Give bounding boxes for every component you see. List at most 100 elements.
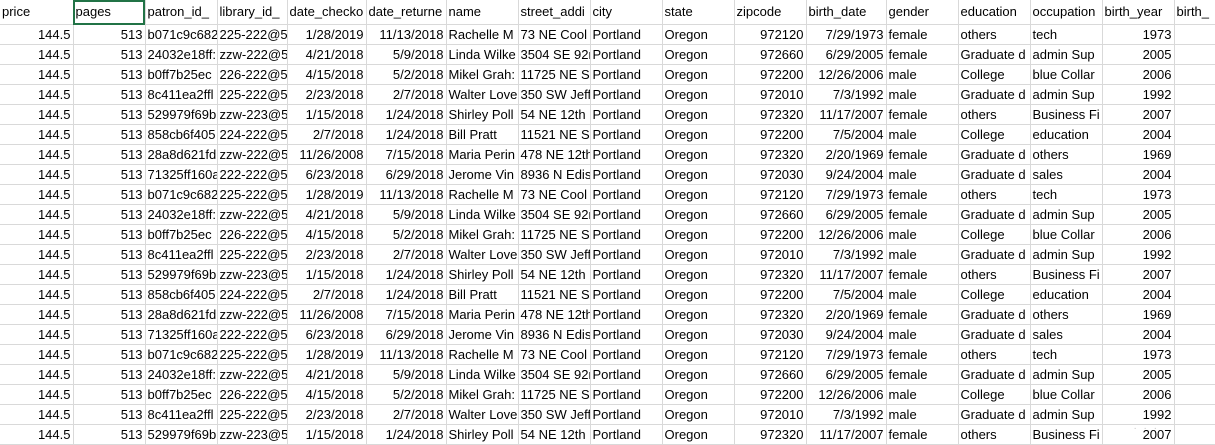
cell-city[interactable]: Portland (590, 384, 663, 405)
cell-library-id[interactable]: 222-222@5: (217, 164, 288, 185)
cell-birth-date[interactable]: 7/29/1973 (806, 184, 887, 205)
header-cell-occupation[interactable]: occupation (1030, 0, 1103, 25)
cell-birth-extra[interactable] (1174, 44, 1215, 65)
cell-gender[interactable]: female (886, 44, 959, 65)
cell-street-address[interactable]: 478 NE 12th (518, 304, 591, 325)
header-cell-patron-id[interactable]: patron_id_ (145, 0, 218, 25)
cell-birth-date[interactable]: 7/29/1973 (806, 344, 887, 365)
cell-zipcode[interactable]: 972320 (734, 304, 807, 325)
cell-occupation[interactable]: admin Sup (1030, 84, 1103, 105)
cell-birth-year[interactable]: 1973 (1102, 24, 1175, 45)
cell-occupation[interactable]: tech (1030, 24, 1103, 45)
cell-birth-date[interactable]: 11/17/2007 (806, 424, 887, 445)
cell-date-checkout[interactable]: 6/23/2018 (287, 324, 367, 345)
cell-date-checkout[interactable]: 2/7/2018 (287, 284, 367, 305)
cell-patron-id[interactable]: 529979f69b (145, 264, 218, 285)
cell-education[interactable]: Graduate d (958, 44, 1031, 65)
cell-date-returned[interactable]: 1/24/2018 (366, 284, 447, 305)
cell-date-checkout[interactable]: 4/15/2018 (287, 384, 367, 405)
cell-birth-year[interactable]: 2007 (1102, 264, 1175, 285)
cell-price[interactable]: 144.5 (0, 124, 74, 145)
header-cell-zipcode[interactable]: zipcode (734, 0, 807, 25)
cell-birth-extra[interactable] (1174, 344, 1215, 365)
cell-gender[interactable]: male (886, 384, 959, 405)
cell-birth-extra[interactable] (1174, 284, 1215, 305)
cell-library-id[interactable]: 224-222@5: (217, 284, 288, 305)
cell-date-checkout[interactable]: 1/15/2018 (287, 424, 367, 445)
cell-state[interactable]: Oregon (662, 44, 735, 65)
cell-pages[interactable]: 513 (73, 224, 146, 245)
cell-birth-year[interactable]: 2006 (1102, 64, 1175, 85)
cell-birth-date[interactable]: 9/24/2004 (806, 164, 887, 185)
cell-gender[interactable]: female (886, 144, 959, 165)
cell-patron-id[interactable]: 529979f69b (145, 104, 218, 125)
cell-price[interactable]: 144.5 (0, 44, 74, 65)
cell-education[interactable]: others (958, 264, 1031, 285)
cell-occupation[interactable]: admin Sup (1030, 364, 1103, 385)
cell-price[interactable]: 144.5 (0, 404, 74, 425)
cell-birth-extra[interactable] (1174, 264, 1215, 285)
cell-date-returned[interactable]: 5/9/2018 (366, 44, 447, 65)
cell-zipcode[interactable]: 972200 (734, 64, 807, 85)
cell-name[interactable]: Shirley Poll (446, 424, 519, 445)
cell-pages[interactable]: 513 (73, 124, 146, 145)
cell-birth-year[interactable]: 1992 (1102, 244, 1175, 265)
cell-occupation[interactable]: blue Collar (1030, 224, 1103, 245)
cell-birth-date[interactable]: 2/20/1969 (806, 144, 887, 165)
cell-state[interactable]: Oregon (662, 304, 735, 325)
cell-pages[interactable]: 513 (73, 204, 146, 225)
cell-zipcode[interactable]: 972200 (734, 124, 807, 145)
cell-zipcode[interactable]: 972120 (734, 344, 807, 365)
cell-gender[interactable]: male (886, 244, 959, 265)
cell-birth-date[interactable]: 9/24/2004 (806, 324, 887, 345)
cell-zipcode[interactable]: 972200 (734, 224, 807, 245)
cell-gender[interactable]: female (886, 184, 959, 205)
cell-date-returned[interactable]: 2/7/2018 (366, 404, 447, 425)
cell-gender[interactable]: female (886, 204, 959, 225)
cell-gender[interactable]: female (886, 424, 959, 445)
cell-birth-date[interactable]: 6/29/2005 (806, 44, 887, 65)
cell-date-checkout[interactable]: 4/15/2018 (287, 224, 367, 245)
cell-city[interactable]: Portland (590, 164, 663, 185)
cell-occupation[interactable]: sales (1030, 324, 1103, 345)
cell-education[interactable]: Graduate d (958, 364, 1031, 385)
cell-date-checkout[interactable]: 2/23/2018 (287, 404, 367, 425)
cell-birth-year[interactable]: 2005 (1102, 44, 1175, 65)
cell-education[interactable]: Graduate d (958, 164, 1031, 185)
cell-date-checkout[interactable]: 1/28/2019 (287, 24, 367, 45)
cell-occupation[interactable]: admin Sup (1030, 404, 1103, 425)
cell-price[interactable]: 144.5 (0, 384, 74, 405)
cell-price[interactable]: 144.5 (0, 204, 74, 225)
cell-education[interactable]: College (958, 124, 1031, 145)
cell-city[interactable]: Portland (590, 404, 663, 425)
cell-name[interactable]: Rachelle M (446, 344, 519, 365)
cell-date-checkout[interactable]: 4/21/2018 (287, 44, 367, 65)
cell-gender[interactable]: male (886, 124, 959, 145)
cell-patron-id[interactable]: b0ff7b25ec (145, 224, 218, 245)
cell-education[interactable]: College (958, 284, 1031, 305)
cell-birth-year[interactable]: 2006 (1102, 224, 1175, 245)
cell-gender[interactable]: female (886, 264, 959, 285)
cell-date-returned[interactable]: 7/15/2018 (366, 304, 447, 325)
cell-date-checkout[interactable]: 1/28/2019 (287, 344, 367, 365)
cell-birth-date[interactable]: 11/17/2007 (806, 264, 887, 285)
cell-name[interactable]: Mikel Grah: (446, 64, 519, 85)
cell-pages[interactable]: 513 (73, 344, 146, 365)
cell-occupation[interactable]: Business Fi (1030, 104, 1103, 125)
cell-city[interactable]: Portland (590, 304, 663, 325)
cell-price[interactable]: 144.5 (0, 24, 74, 45)
cell-state[interactable]: Oregon (662, 424, 735, 445)
cell-zipcode[interactable]: 972010 (734, 404, 807, 425)
cell-library-id[interactable]: 225-222@5: (217, 344, 288, 365)
cell-occupation[interactable]: blue Collar (1030, 384, 1103, 405)
cell-street-address[interactable]: 3504 SE 92n (518, 44, 591, 65)
cell-birth-extra[interactable] (1174, 124, 1215, 145)
cell-price[interactable]: 144.5 (0, 184, 74, 205)
cell-zipcode[interactable]: 972660 (734, 364, 807, 385)
cell-city[interactable]: Portland (590, 364, 663, 385)
cell-date-returned[interactable]: 5/9/2018 (366, 364, 447, 385)
cell-zipcode[interactable]: 972320 (734, 424, 807, 445)
cell-education[interactable]: Graduate d (958, 244, 1031, 265)
cell-birth-date[interactable]: 11/17/2007 (806, 104, 887, 125)
cell-street-address[interactable]: 350 SW Jeff (518, 84, 591, 105)
